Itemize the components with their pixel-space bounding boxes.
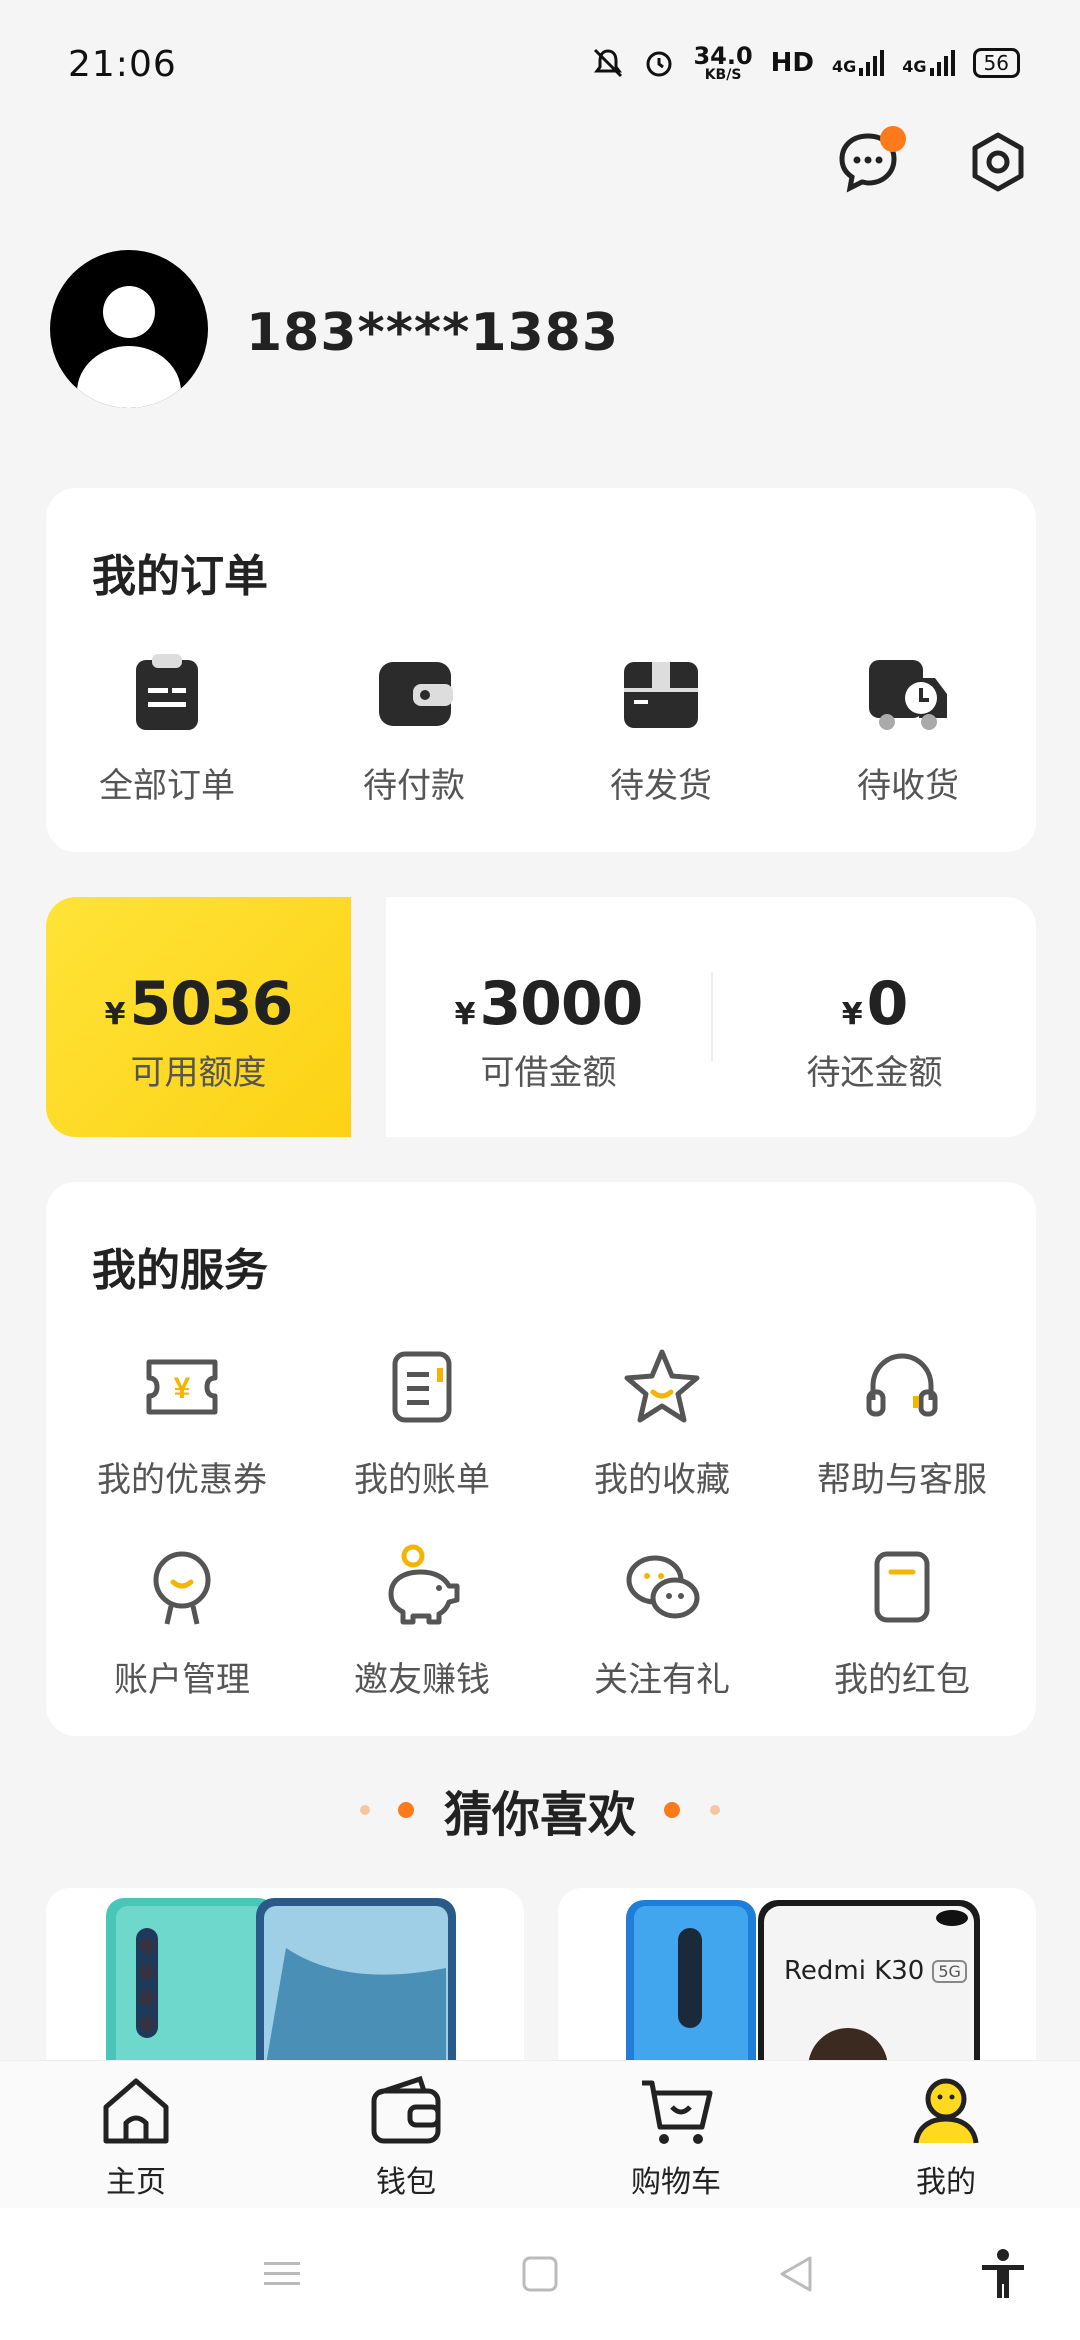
available-credit-panel[interactable]: ¥5036 可用额度 — [46, 897, 351, 1137]
home-icon — [103, 2078, 169, 2144]
status-icons: 34.0 KB/S HD 4G 4G 56 — [591, 44, 1020, 82]
repay-amount: ¥0 — [841, 969, 909, 1039]
message-button[interactable] — [836, 126, 906, 194]
status-time: 21:06 — [68, 44, 177, 85]
back-icon[interactable] — [776, 2254, 816, 2294]
headset-icon — [866, 1353, 938, 1417]
service-account[interactable]: 账户管理 — [72, 1542, 292, 1701]
guess-title: 猜你喜欢 — [443, 1787, 636, 1843]
borrowable-amount: ¥3000 — [454, 969, 644, 1039]
service-favorites[interactable]: 我的收藏 — [552, 1342, 772, 1501]
hd-indicator: HD — [770, 48, 815, 78]
status-bar: 21:06 34.0 KB/S HD 4G 4G 56 — [0, 0, 1080, 120]
product-brand: Redmi K30 5G — [784, 1956, 967, 1986]
tab-wallet[interactable]: 钱包 — [326, 2071, 486, 2201]
decor-dot — [664, 1802, 680, 1818]
clipboard-icon — [136, 654, 198, 730]
product-image — [106, 1898, 456, 2068]
network-speed: 34.0 KB/S — [693, 42, 753, 83]
borrowable-label: 可借金额 — [480, 1053, 617, 1093]
coupon-icon: ¥ — [146, 1359, 218, 1415]
account-icon — [153, 1551, 211, 1625]
notification-dot — [880, 126, 906, 152]
signal-1-icon: 4G — [832, 50, 885, 76]
service-help[interactable]: 帮助与客服 — [792, 1342, 1012, 1501]
product-card[interactable]: Redmi K30 5G — [558, 1888, 1036, 2068]
piggy-bank-icon — [388, 1544, 460, 1625]
svg-text:¥: ¥ — [174, 1372, 191, 1405]
gear-icon — [972, 132, 1024, 192]
service-coupons[interactable]: ¥ 我的优惠券 — [72, 1342, 292, 1501]
available-credit-amount: ¥5036 — [104, 969, 294, 1039]
wallet-icon — [379, 662, 453, 726]
decor-dot — [710, 1805, 720, 1815]
loan-panel: ¥3000 可借金额 ¥0 待还金额 — [386, 897, 1036, 1137]
order-to-ship[interactable]: 待发货 — [551, 648, 771, 807]
services-title: 我的服务 — [92, 1245, 268, 1296]
service-follow[interactable]: 关注有礼 — [552, 1542, 772, 1701]
user-silhouette-icon — [77, 286, 181, 408]
alarm-icon — [646, 51, 672, 77]
order-to-receive[interactable]: 待收货 — [798, 648, 1018, 807]
orders-card: 我的订单 全部订单 待付款 待发货 待收货 — [46, 488, 1036, 852]
cart-icon — [642, 2080, 713, 2144]
box-icon — [624, 662, 698, 728]
orders-title: 我的订单 — [92, 551, 268, 602]
repay-amount-item[interactable]: ¥0 待还金额 — [713, 969, 1036, 1094]
system-nav-bar — [0, 2208, 1080, 2340]
profile-icon — [913, 2078, 979, 2144]
accessibility-icon[interactable] — [978, 2248, 1028, 2300]
services-card: 我的服务 ¥ 我的优惠券 我的账单 我的收藏 帮助与客服 账户管理 邀友赚钱 关… — [46, 1182, 1036, 1736]
red-packet-icon — [874, 1551, 930, 1623]
user-phone[interactable]: 183****1383 — [246, 303, 619, 363]
tab-home[interactable]: 主页 — [56, 2071, 216, 2201]
tab-cart[interactable]: 购物车 — [596, 2071, 756, 2201]
menu-icon[interactable] — [262, 2254, 302, 2294]
service-invite[interactable]: 邀友赚钱 — [312, 1542, 532, 1701]
wallet-icon — [371, 2075, 441, 2144]
bottom-tab-bar: 主页 钱包 购物车 我的 — [0, 2060, 1080, 2208]
star-icon — [624, 1349, 700, 1423]
settings-button[interactable] — [966, 130, 1030, 194]
order-pending-payment[interactable]: 待付款 — [304, 648, 524, 807]
tab-profile[interactable]: 我的 — [866, 2071, 1026, 2201]
home-square-icon[interactable] — [520, 2254, 560, 2294]
service-bills[interactable]: 我的账单 — [312, 1342, 532, 1501]
order-all[interactable]: 全部订单 — [57, 648, 277, 807]
borrowable-amount-item[interactable]: ¥3000 可借金额 — [386, 969, 711, 1094]
truck-icon — [869, 660, 947, 730]
battery-indicator: 56 — [972, 48, 1020, 78]
bill-icon — [392, 1351, 452, 1423]
available-credit-label: 可用额度 — [130, 1053, 267, 1093]
avatar[interactable] — [50, 250, 208, 408]
wechat-icon — [626, 1555, 700, 1619]
mute-bell-icon — [594, 48, 623, 78]
product-card[interactable] — [46, 1888, 524, 2068]
repay-label: 待还金额 — [806, 1053, 943, 1093]
signal-2-icon: 4G — [902, 50, 955, 76]
service-red-packet[interactable]: 我的红包 — [792, 1542, 1012, 1701]
